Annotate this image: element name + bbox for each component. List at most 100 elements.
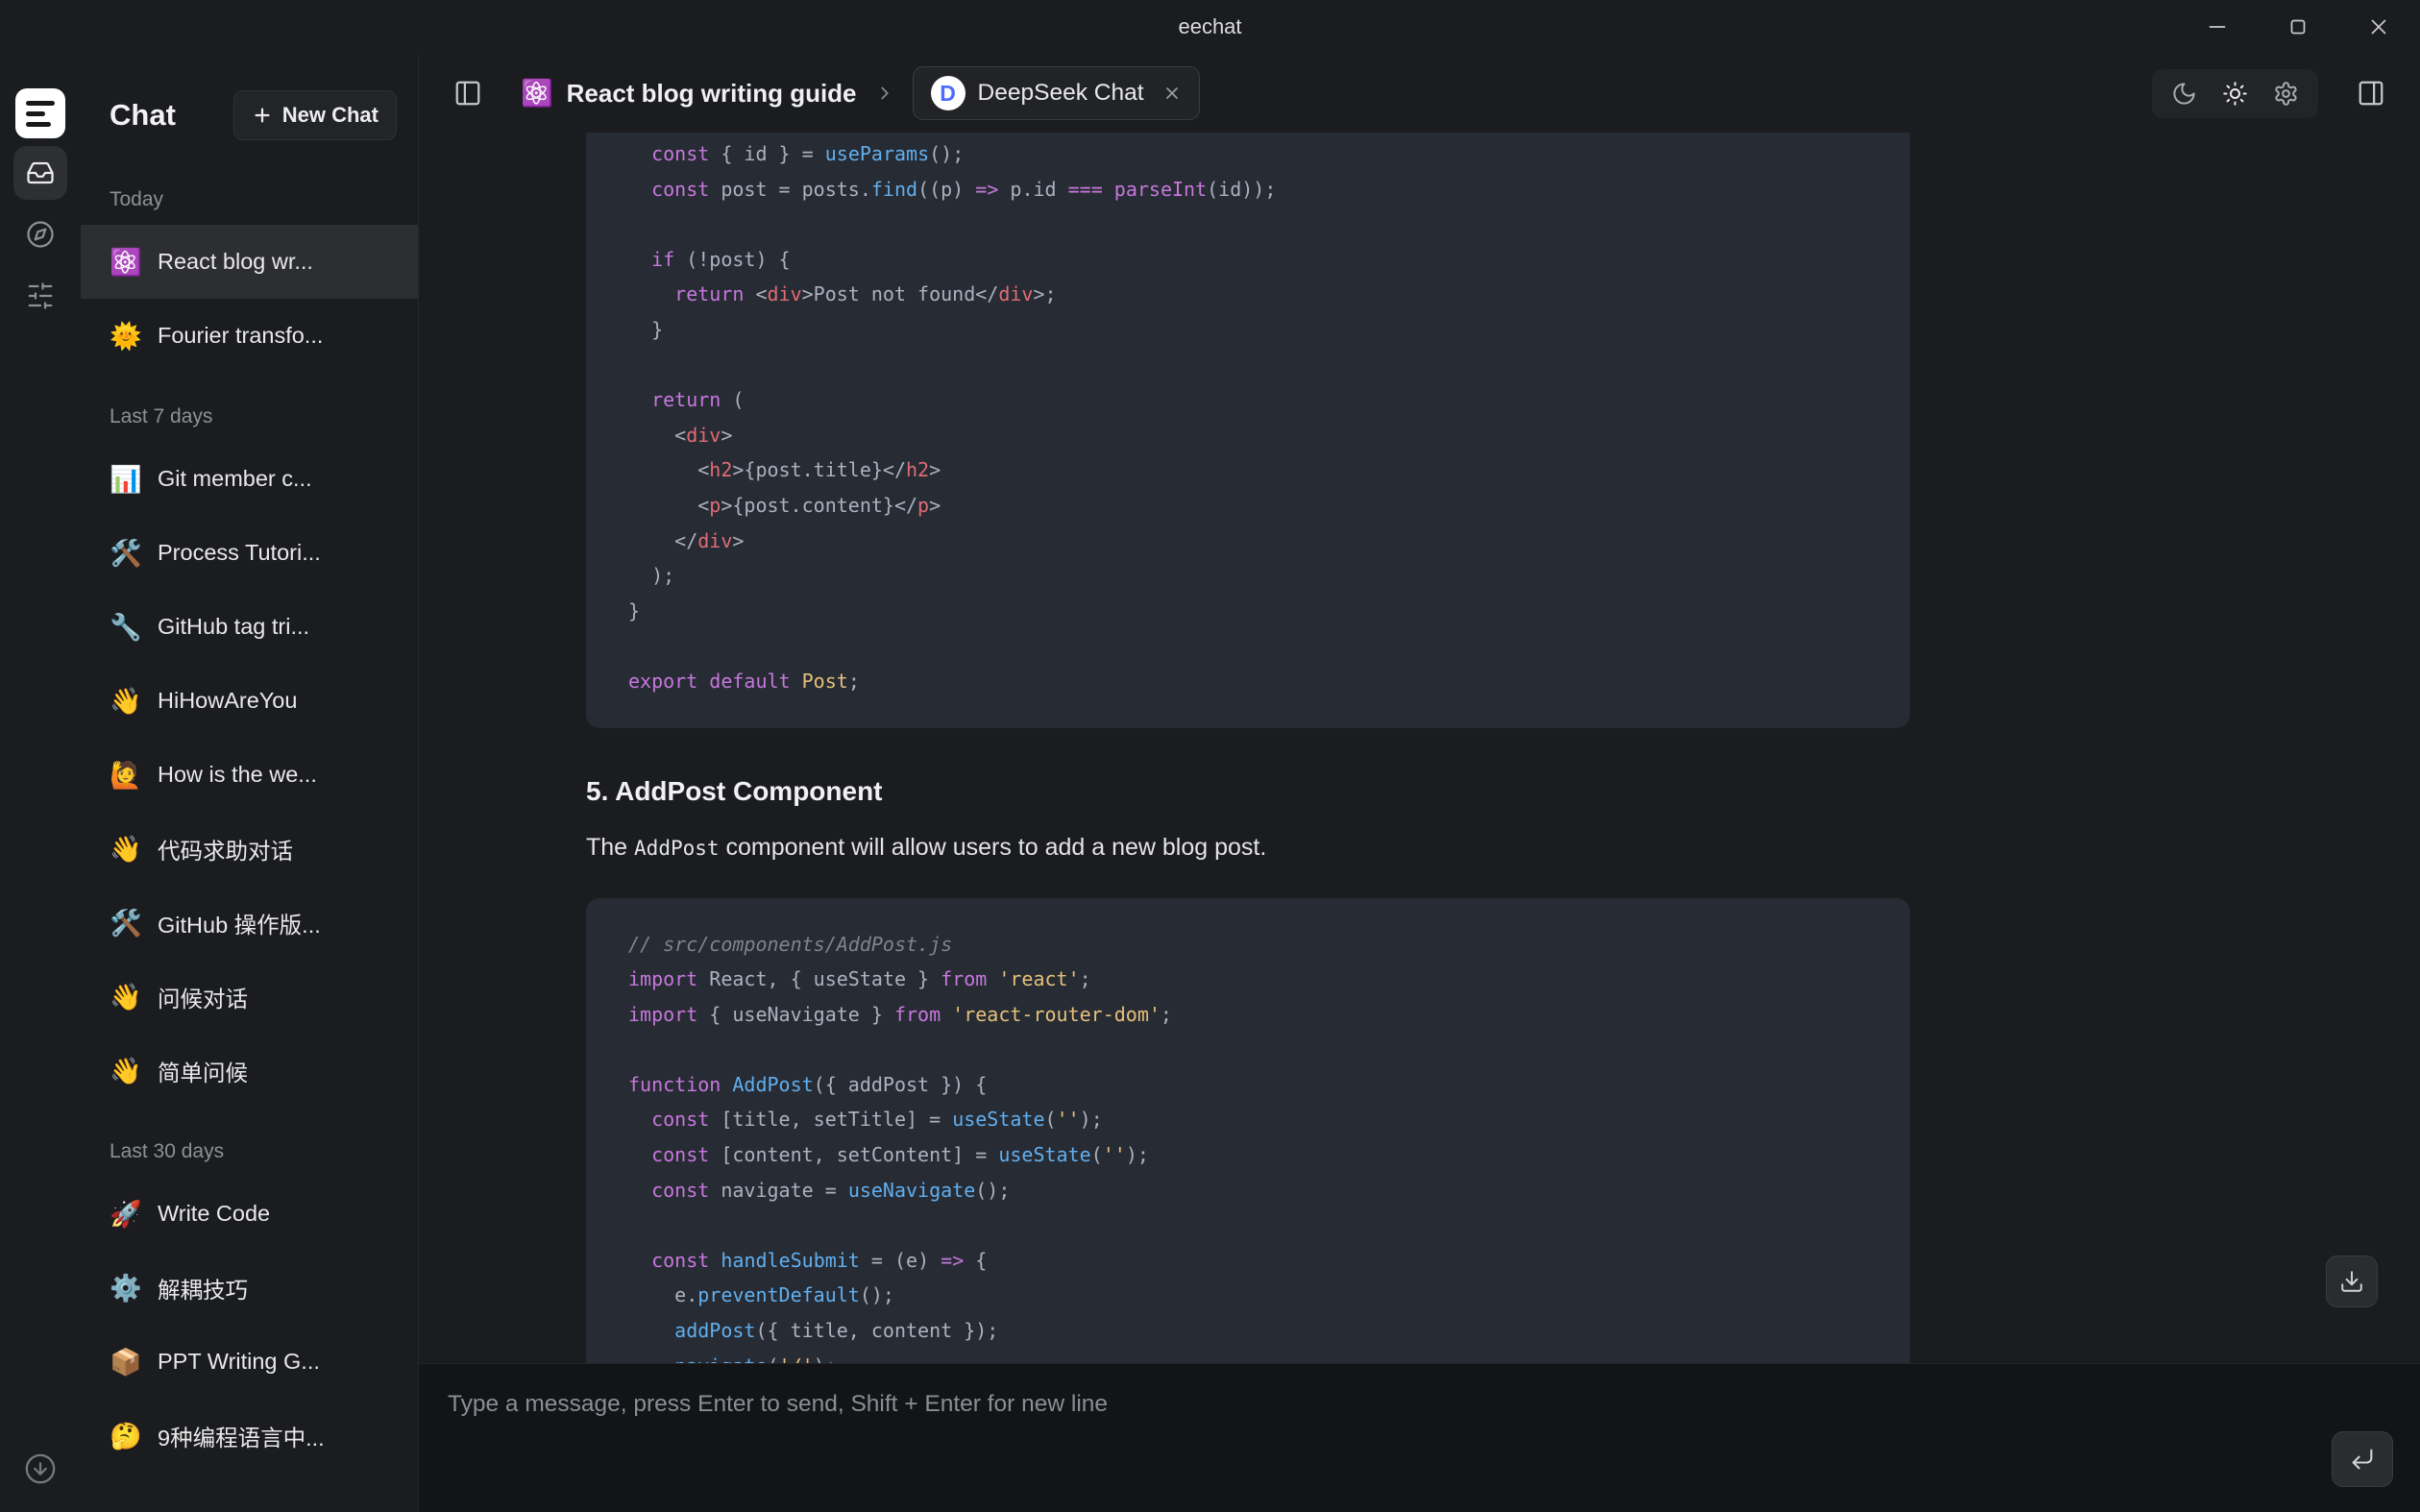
sidebar-header: Chat New Chat [81,54,418,152]
code-line: const navigate = useNavigate(); [628,1173,1868,1208]
chat-history-item[interactable]: 👋HiHowAreYou [81,664,418,738]
dark-mode-button[interactable] [2171,81,2197,107]
code-line: ); [628,558,1868,594]
code-line: <div> [628,418,1868,453]
new-chat-label: New Chat [282,103,379,128]
chat-history-item[interactable]: ⚛️ React blog wr... [81,225,418,299]
app-logo[interactable] [15,88,65,138]
code-line: return <div>Post not found</div>; [628,277,1868,312]
chat-item-label: 代码求助对话 [158,833,293,866]
logo-bar [26,122,51,127]
code-line: e.preventDefault(); [628,1278,1868,1313]
nav-rail [0,54,81,1512]
code-line [628,348,1868,383]
window-controls [2205,0,2391,54]
chat-main: ⚛️ React blog writing guide D DeepSeek C… [419,54,2420,1512]
chat-item-label: 问候对话 [158,981,248,1013]
code-line [628,628,1868,664]
rail-scroll-down-button[interactable] [24,1452,57,1485]
titlebar: eechat [0,0,2420,54]
chat-history-list: Today⚛️React blog wr...🌞Fourier transfo.… [81,152,418,1512]
chat-history-item[interactable]: 📊Git member c... [81,442,418,516]
message-heading: 5. AddPost Component [586,776,1910,807]
gear-icon: ⚙️ [110,1273,142,1304]
inline-code: AddPost [634,837,720,860]
chat-item-label: Fourier transfo... [158,323,323,349]
light-mode-button[interactable] [2222,81,2248,107]
chat-history-item[interactable]: 📦PPT Writing G... [81,1325,418,1399]
rail-item-discover[interactable] [13,207,67,261]
code-line [628,1032,1868,1067]
theme-switcher [2152,69,2318,118]
code-line: import React, { useState } from 'react'; [628,962,1868,997]
code-line: <p>{post.content}</p> [628,488,1868,524]
chat-item-label: GitHub 操作版... [158,907,321,939]
wave-icon: 👋 [110,982,142,1012]
close-icon [2366,14,2391,39]
code-line [628,207,1868,242]
logo-bar [26,101,55,106]
send-button[interactable] [2332,1431,2393,1487]
panel-right-icon [2357,79,2385,108]
minimize-button[interactable] [2205,14,2230,39]
code-line: const post = posts.find((p) => p.id === … [628,172,1868,207]
inbox-icon [26,159,55,187]
scroll-to-bottom-button[interactable] [2326,1256,2378,1307]
chat-messages: const { id } = useParams(); const post =… [419,133,2420,1363]
code-line: navigate('/'); [628,1349,1868,1363]
maximize-button[interactable] [2286,14,2310,39]
model-tab-label: DeepSeek Chat [978,80,1144,107]
sidebar-title: Chat [110,98,176,133]
paragraph-text: The [586,834,634,861]
react-icon: ⚛️ [110,247,142,278]
thinking-face-icon: 🤔 [110,1421,142,1451]
model-tab[interactable]: D DeepSeek Chat [913,66,1200,120]
chat-history-item[interactable]: 🛠️ GitHub 操作版... [81,886,418,960]
chat-history-item[interactable]: 👋简单问候 [81,1034,418,1108]
chat-history-item[interactable]: 🔧GitHub tag tri... [81,590,418,664]
code-line: <h2>{post.title}</h2> [628,452,1868,488]
code-line: function AddPost({ addPost }) { [628,1067,1868,1103]
message-input[interactable] [448,1391,2266,1485]
chat-history-item[interactable]: 🚀Write Code [81,1177,418,1251]
code-line: } [628,312,1868,348]
chat-history-item[interactable]: 🛠️Process Tutori... [81,516,418,590]
code-line [628,1207,1868,1243]
chat-history-item[interactable]: ⚙️解耦技巧 [81,1251,418,1325]
chat-item-label: PPT Writing G... [158,1349,320,1375]
rail-item-settings[interactable] [13,269,67,323]
chevron-right-icon [874,83,895,104]
chat-item-label: React blog wr... [158,249,313,275]
chat-history-item[interactable]: 👋 问候对话 [81,960,418,1034]
arrow-down-circle-icon [24,1452,57,1485]
settings-button[interactable] [2273,81,2299,107]
rail-item-chats[interactable] [13,146,67,200]
sun-face-icon: 🌞 [110,321,142,352]
return-icon [2349,1446,2376,1473]
chat-history-item[interactable]: 🌞 Fourier transfo... [81,299,418,373]
conversation-title: React blog writing guide [567,79,857,109]
gear-icon [2273,81,2299,107]
close-tab-button[interactable] [1162,84,1182,103]
chat-history-item[interactable]: 👋代码求助对话 [81,812,418,886]
chat-item-label: Git member c... [158,466,312,492]
rocket-icon: 🚀 [110,1199,142,1230]
sidebar-toggle-button[interactable] [453,79,482,108]
raising-hand-icon: 🙋 [110,760,142,791]
chat-history-item[interactable]: 🤔9种编程语言中... [81,1399,418,1473]
code-line: } [628,594,1868,629]
compass-icon [26,220,55,249]
sliders-icon [26,281,55,310]
assistant-message: const { id } = useParams(); const post =… [586,133,1910,1363]
code-block: // src/components/AddPost.jsimport React… [586,898,1910,1364]
chat-item-label: 简单问候 [158,1055,248,1087]
chat-header: ⚛️ React blog writing guide D DeepSeek C… [419,54,2420,133]
chat-history-item[interactable]: 🙋How is the we... [81,738,418,812]
breadcrumb: ⚛️ React blog writing guide [521,78,857,109]
close-window-button[interactable] [2366,14,2391,39]
code-line: if (!post) { [628,242,1868,278]
right-panel-toggle-button[interactable] [2357,79,2385,108]
close-icon [1162,84,1182,103]
new-chat-button[interactable]: New Chat [233,90,397,140]
hammer-wrench-icon: 🛠️ [110,908,142,939]
